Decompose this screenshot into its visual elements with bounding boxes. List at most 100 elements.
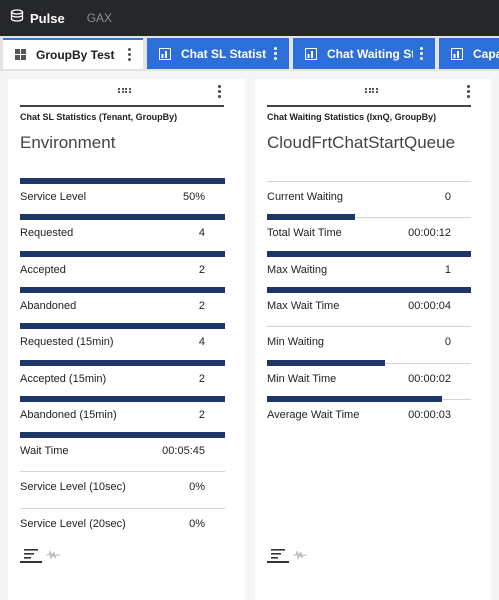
kpi-label: Requested xyxy=(20,227,74,240)
kpi-row[interactable]: Min Waiting 0 xyxy=(267,326,471,362)
kpi-bar-track xyxy=(267,286,471,293)
kpi-bar-track xyxy=(20,323,225,330)
kpi-bar-fill xyxy=(267,359,386,366)
kpi-bar-track xyxy=(267,250,471,257)
kpi-bar-fill xyxy=(20,323,225,330)
waveform-view-button[interactable] xyxy=(42,547,64,563)
kpi-row[interactable]: Service Level (10sec) 0% xyxy=(20,471,225,507)
kpi-row[interactable]: Requested (15min) 4 xyxy=(20,323,225,362)
kpi-label: Service Level xyxy=(20,191,87,203)
kpi-row[interactable]: Min Wait Time 00:00:02 xyxy=(267,359,471,399)
widget-chat-sl-statistics: Chat SL Statistics (Tenant, GroupBy) Env… xyxy=(8,79,245,600)
tab-menu-button[interactable] xyxy=(121,48,137,61)
kpi-label: Max Waiting xyxy=(267,263,328,276)
kpi-bar-track xyxy=(267,395,471,402)
tab-groupby-test[interactable]: GroupBy Test xyxy=(3,38,143,69)
tab-capacity[interactable]: Capac xyxy=(439,38,499,69)
stack-icon xyxy=(10,8,24,28)
kpi-value: 2 xyxy=(198,408,205,421)
kpi-bar-track xyxy=(267,359,471,366)
widget-subtitle: Chat SL Statistics (Tenant, GroupBy) xyxy=(20,105,224,122)
kpi-value: 2 xyxy=(198,299,205,312)
kpi-label: Accepted (15min) xyxy=(20,372,107,385)
list-view-button[interactable] xyxy=(20,547,42,563)
kpi-bar-track xyxy=(20,286,225,293)
kpi-value: 50% xyxy=(182,191,205,203)
tab-menu-button[interactable] xyxy=(267,47,283,60)
drag-handle-icon[interactable] xyxy=(365,88,378,93)
kpi-value: 1 xyxy=(444,263,451,276)
tab-label: Chat SL Statistic… xyxy=(181,46,267,61)
kpi-bar-fill xyxy=(267,250,471,257)
list-view-icon xyxy=(24,549,38,559)
kpi-row[interactable]: Requested 4 xyxy=(20,214,225,253)
widget-chat-waiting-statistics: Chat Waiting Statistics (IxnQ, GroupBy) … xyxy=(255,79,491,600)
kpi-bar-track xyxy=(267,181,471,182)
widget-subtitle: Chat Waiting Statistics (IxnQ, GroupBy) xyxy=(267,105,471,122)
widget-title: CloudFrtChatStartQueue xyxy=(267,133,456,152)
kpi-label: Service Level (20sec) xyxy=(20,517,126,530)
kpi-bar-fill xyxy=(20,250,225,257)
kpi-value: 00:00:04 xyxy=(408,299,451,312)
kpi-row[interactable]: Max Waiting 1 xyxy=(267,250,471,290)
kpi-row[interactable]: Service Level (20sec) 0% xyxy=(20,507,225,544)
list-view-button[interactable] xyxy=(267,547,289,563)
view-toggle xyxy=(20,547,64,563)
dashboard-tabs: GroupBy Test Chat SL Statistic… Chat Wai… xyxy=(0,36,499,71)
drag-handle-icon[interactable] xyxy=(118,88,131,93)
waveform-icon xyxy=(293,550,307,560)
kebab-menu-icon xyxy=(127,48,131,61)
kpi-value: 00:00:02 xyxy=(408,372,451,385)
kpi-row[interactable]: Max Wait Time 00:00:04 xyxy=(267,286,471,326)
kpi-label: Total Wait Time xyxy=(267,227,342,240)
kebab-menu-icon xyxy=(419,47,423,60)
widget-menu-button[interactable] xyxy=(218,85,221,98)
widget-menu-button[interactable] xyxy=(467,85,470,98)
widget-title: Environment xyxy=(20,133,116,152)
dashboard-content: Chat SL Statistics (Tenant, GroupBy) Env… xyxy=(0,71,499,600)
tab-chat-sl-statistics[interactable]: Chat SL Statistic… xyxy=(147,38,289,69)
tab-label: GroupBy Test xyxy=(36,47,115,62)
kpi-row[interactable]: Accepted 2 xyxy=(20,250,225,290)
kpi-row[interactable]: Accepted (15min) 2 xyxy=(20,359,225,399)
kpi-bar-fill xyxy=(20,214,225,221)
view-toggle xyxy=(267,547,311,563)
app-logo[interactable]: Pulse xyxy=(10,8,65,28)
chart-tab-icon xyxy=(159,47,171,60)
kebab-menu-icon xyxy=(273,47,277,60)
kpi-value: 00:05:45 xyxy=(162,445,205,458)
kpi-bar-fill xyxy=(20,286,225,293)
app-name: Pulse xyxy=(30,10,65,26)
tab-menu-button[interactable] xyxy=(413,47,429,60)
kpi-bar-track xyxy=(20,214,225,221)
nav-gax[interactable]: GAX xyxy=(87,11,112,25)
kpi-label: Max Wait Time xyxy=(267,299,340,312)
kpi-label: Wait Time xyxy=(20,445,69,458)
kpi-row[interactable]: Average Wait Time 00:00:03 xyxy=(267,395,471,435)
kebab-menu-icon xyxy=(218,85,221,98)
top-bar: Pulse GAX xyxy=(0,0,499,36)
waveform-icon xyxy=(46,550,60,560)
kpi-value: 4 xyxy=(198,336,205,349)
kpi-label: Abandoned (15min) xyxy=(20,408,117,421)
kpi-bar-fill xyxy=(267,286,471,293)
kpi-value: 00:00:12 xyxy=(408,227,451,240)
kpi-row[interactable]: Wait Time 00:05:45 xyxy=(20,432,225,471)
kpi-label: Min Wait Time xyxy=(267,372,337,385)
widget-header xyxy=(8,79,245,105)
kpi-bar-track xyxy=(20,432,225,439)
tab-chat-waiting-statistics[interactable]: Chat Waiting St… xyxy=(293,38,435,69)
kebab-menu-icon xyxy=(467,85,470,98)
kpi-label: Min Waiting xyxy=(267,336,325,349)
kpi-row[interactable]: Abandoned (15min) 2 xyxy=(20,395,225,435)
kpi-row[interactable]: Service Level 50% xyxy=(20,178,225,217)
kpi-row[interactable]: Current Waiting 0 xyxy=(267,181,471,217)
waveform-view-button[interactable] xyxy=(289,547,311,563)
kpi-value: 0 xyxy=(444,191,451,203)
kpi-bar-track xyxy=(20,471,225,473)
kpi-row[interactable]: Total Wait Time 00:00:12 xyxy=(267,214,471,253)
kpi-label: Service Level (10sec) xyxy=(20,481,126,494)
kpi-row[interactable]: Abandoned 2 xyxy=(20,286,225,326)
kpi-bar-track xyxy=(267,214,471,221)
kpi-bar-track xyxy=(20,395,225,402)
